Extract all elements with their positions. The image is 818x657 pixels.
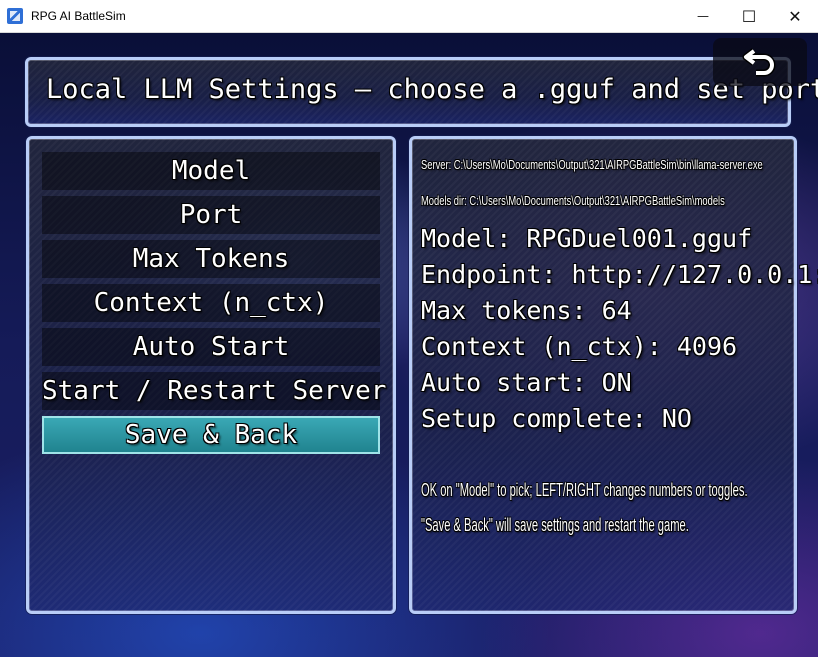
minimize-button[interactable]: —	[680, 0, 726, 32]
endpoint-value: Endpoint: http://127.0.0.1:6500	[421, 260, 818, 289]
menu-item-max-tokens[interactable]: Max Tokens	[42, 240, 380, 278]
help-text-line-1: OK on "Model" to pick; LEFT/RIGHT change…	[421, 480, 748, 500]
model-value: Model: RPGDuel001.gguf	[421, 224, 753, 253]
maximize-button[interactable]: ☐	[726, 0, 772, 32]
close-icon: ✕	[788, 6, 802, 26]
back-button[interactable]	[713, 38, 807, 86]
header-title: Local LLM Settings — choose a .gguf and …	[46, 74, 818, 105]
menu-item-port[interactable]: Port	[42, 196, 380, 234]
menu-item-context[interactable]: Context (n_ctx)	[42, 284, 380, 322]
max-tokens-value: Max tokens: 64	[421, 296, 632, 325]
menu-item-restart-server[interactable]: Start / Restart Server	[42, 372, 386, 410]
app-icon	[7, 8, 23, 24]
setup-complete-value: Setup complete: NO	[421, 404, 692, 433]
minimize-icon: —	[697, 9, 709, 23]
help-text-line-2: "Save & Back" will save settings and res…	[421, 515, 689, 535]
game-viewport: Local LLM Settings — choose a .gguf and …	[0, 33, 818, 657]
return-arrow-icon	[742, 48, 776, 77]
header-window: Local LLM Settings — choose a .gguf and …	[25, 57, 818, 127]
context-value: Context (n_ctx): 4096	[421, 332, 738, 361]
settings-menu: Model Port Max Tokens Context (n_ctx) Au…	[26, 136, 396, 614]
title-bar: RPG AI BattleSim — ☐ ✕	[0, 0, 818, 33]
menu-item-save-back[interactable]: Save & Back	[42, 416, 380, 454]
server-path: Server: C:\Users\Mo\Documents\Output\321…	[421, 157, 763, 172]
auto-start-value: Auto start: ON	[421, 368, 632, 397]
info-panel: Server: C:\Users\Mo\Documents\Output\321…	[409, 136, 818, 614]
models-dir: Models dir: C:\Users\Mo\Documents\Output…	[421, 193, 725, 208]
close-button[interactable]: ✕	[772, 0, 818, 32]
maximize-icon: ☐	[741, 6, 757, 26]
menu-item-auto-start[interactable]: Auto Start	[42, 328, 380, 366]
window-title: RPG AI BattleSim	[31, 9, 126, 23]
menu-item-model[interactable]: Model	[42, 152, 380, 190]
